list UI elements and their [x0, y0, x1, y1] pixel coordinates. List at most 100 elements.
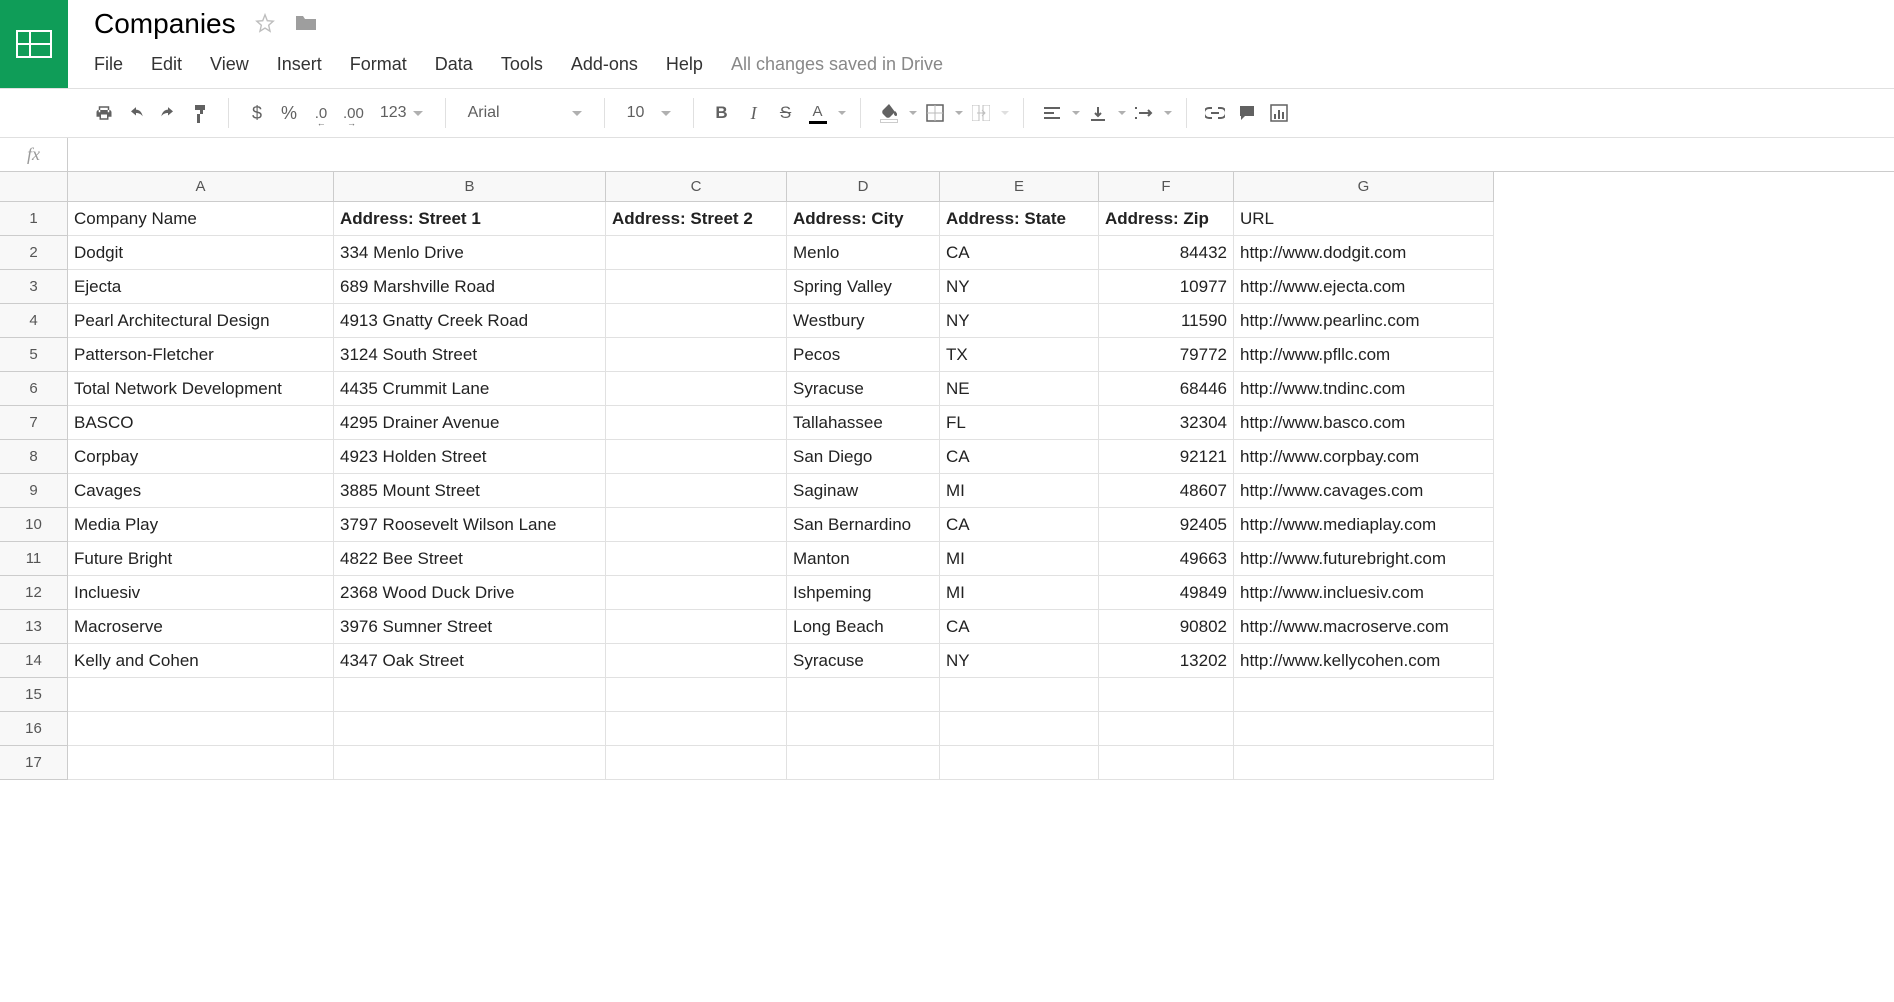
cell[interactable]: San Diego — [787, 440, 940, 474]
cell[interactable] — [606, 406, 787, 440]
cell[interactable]: http://www.pearlinc.com — [1234, 304, 1494, 338]
cell[interactable] — [606, 542, 787, 576]
row-header[interactable]: 12 — [0, 576, 68, 610]
cell[interactable]: Westbury — [787, 304, 940, 338]
column-header-E[interactable]: E — [940, 172, 1099, 202]
cell[interactable]: Address: Zip — [1099, 202, 1234, 236]
row-header[interactable]: 3 — [0, 270, 68, 304]
cell[interactable]: CA — [940, 610, 1099, 644]
cell[interactable]: Future Bright — [68, 542, 334, 576]
cell[interactable] — [940, 678, 1099, 712]
cell[interactable]: MI — [940, 576, 1099, 610]
cell[interactable] — [940, 712, 1099, 746]
cell[interactable]: Corpbay — [68, 440, 334, 474]
row-header[interactable]: 8 — [0, 440, 68, 474]
format-percent[interactable]: % — [275, 98, 303, 128]
strikethrough-button[interactable]: S — [772, 98, 800, 128]
cell[interactable]: Media Play — [68, 508, 334, 542]
cell[interactable] — [606, 474, 787, 508]
cell[interactable]: Menlo — [787, 236, 940, 270]
menu-insert[interactable]: Insert — [277, 54, 322, 75]
cell[interactable] — [606, 338, 787, 372]
borders-dropdown[interactable] — [955, 111, 963, 115]
cell[interactable] — [1099, 746, 1234, 780]
fill-color-button[interactable] — [875, 98, 903, 128]
cell[interactable] — [68, 712, 334, 746]
cell[interactable]: http://www.cavages.com — [1234, 474, 1494, 508]
cell[interactable]: Pecos — [787, 338, 940, 372]
cell[interactable]: 49849 — [1099, 576, 1234, 610]
cell[interactable]: 2368 Wood Duck Drive — [334, 576, 606, 610]
cell[interactable]: http://www.mediaplay.com — [1234, 508, 1494, 542]
vertical-align-button[interactable] — [1084, 98, 1112, 128]
cell[interactable]: NE — [940, 372, 1099, 406]
cell[interactable]: 10977 — [1099, 270, 1234, 304]
menu-help[interactable]: Help — [666, 54, 703, 75]
text-wrap-button[interactable] — [1130, 98, 1158, 128]
row-header[interactable]: 15 — [0, 678, 68, 712]
cell[interactable]: BASCO — [68, 406, 334, 440]
cell[interactable] — [334, 678, 606, 712]
cell[interactable] — [606, 576, 787, 610]
row-header[interactable]: 13 — [0, 610, 68, 644]
horizontal-align-button[interactable] — [1038, 98, 1066, 128]
cell[interactable]: Pearl Architectural Design — [68, 304, 334, 338]
cell[interactable] — [606, 678, 787, 712]
cell[interactable] — [1234, 746, 1494, 780]
cell[interactable] — [68, 746, 334, 780]
column-header-A[interactable]: A — [68, 172, 334, 202]
cell[interactable]: http://www.incluesiv.com — [1234, 576, 1494, 610]
column-header-F[interactable]: F — [1099, 172, 1234, 202]
h-align-dropdown[interactable] — [1072, 111, 1080, 115]
cell[interactable]: 4435 Crummit Lane — [334, 372, 606, 406]
cell[interactable] — [606, 644, 787, 678]
cell[interactable]: 68446 — [1099, 372, 1234, 406]
cell[interactable] — [606, 440, 787, 474]
insert-comment-icon[interactable] — [1233, 98, 1261, 128]
cell[interactable]: Incluesiv — [68, 576, 334, 610]
row-header[interactable]: 2 — [0, 236, 68, 270]
cell[interactable] — [787, 678, 940, 712]
cell[interactable]: 49663 — [1099, 542, 1234, 576]
sheets-logo[interactable] — [0, 0, 68, 88]
cell[interactable]: Company Name — [68, 202, 334, 236]
cell[interactable]: Syracuse — [787, 644, 940, 678]
cell[interactable]: http://www.basco.com — [1234, 406, 1494, 440]
cell[interactable]: MI — [940, 542, 1099, 576]
cell[interactable]: 4295 Drainer Avenue — [334, 406, 606, 440]
cell[interactable]: Spring Valley — [787, 270, 940, 304]
column-header-B[interactable]: B — [334, 172, 606, 202]
cell[interactable]: San Bernardino — [787, 508, 940, 542]
cell[interactable]: Address: State — [940, 202, 1099, 236]
cell[interactable]: 4822 Bee Street — [334, 542, 606, 576]
row-header[interactable]: 11 — [0, 542, 68, 576]
cell[interactable] — [606, 610, 787, 644]
cell[interactable]: Cavages — [68, 474, 334, 508]
cell[interactable]: 689 Marshville Road — [334, 270, 606, 304]
row-header[interactable]: 17 — [0, 746, 68, 780]
menu-addons[interactable]: Add-ons — [571, 54, 638, 75]
cell[interactable] — [334, 712, 606, 746]
more-formats[interactable]: 123 — [372, 98, 431, 128]
cell[interactable]: http://www.ejecta.com — [1234, 270, 1494, 304]
menu-edit[interactable]: Edit — [151, 54, 182, 75]
insert-chart-icon[interactable] — [1265, 98, 1293, 128]
cell[interactable]: NY — [940, 304, 1099, 338]
cell[interactable]: NY — [940, 644, 1099, 678]
cell[interactable]: 3797 Roosevelt Wilson Lane — [334, 508, 606, 542]
cell[interactable]: 3885 Mount Street — [334, 474, 606, 508]
undo-icon[interactable] — [122, 98, 150, 128]
cell[interactable]: 92121 — [1099, 440, 1234, 474]
cell[interactable] — [1234, 678, 1494, 712]
cell[interactable]: Tallahassee — [787, 406, 940, 440]
cell[interactable]: Address: Street 1 — [334, 202, 606, 236]
column-header-C[interactable]: C — [606, 172, 787, 202]
cell[interactable]: Address: City — [787, 202, 940, 236]
cell[interactable]: Ishpeming — [787, 576, 940, 610]
row-header[interactable]: 5 — [0, 338, 68, 372]
cell[interactable] — [606, 746, 787, 780]
star-icon[interactable] — [254, 12, 276, 37]
cell[interactable]: http://www.pfllc.com — [1234, 338, 1494, 372]
menu-format[interactable]: Format — [350, 54, 407, 75]
increase-decimal[interactable]: .00→ — [339, 98, 368, 128]
